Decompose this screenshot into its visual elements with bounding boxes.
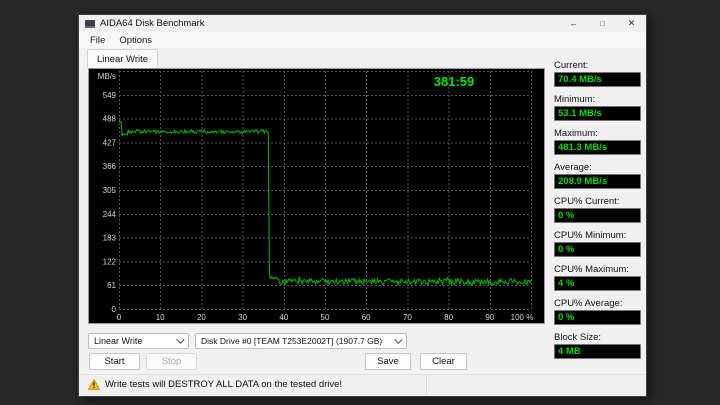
menu-bar: File Options	[79, 32, 646, 48]
stat-label: CPU% Minimum:	[554, 230, 627, 241]
y-tick-label: 549	[103, 91, 117, 100]
stat-group-cpu-average: CPU% Average: 0 %	[554, 298, 641, 325]
x-tick-label: 100 %	[511, 313, 534, 322]
stat-label: Maximum:	[554, 128, 598, 139]
y-tick-label: 183	[103, 234, 117, 243]
x-tick-label: 50	[321, 313, 330, 322]
chevron-down-icon	[394, 335, 403, 344]
stat-label: Current:	[554, 60, 589, 71]
y-tick-label: 305	[103, 186, 117, 195]
aida64-disk-benchmark-window: AIDA64 Disk Benchmark – □ ✕ File Options…	[78, 14, 647, 397]
stats-panel: Current: 70.4 MB/s Minimum: 53.1 MB/s Ma…	[554, 60, 641, 366]
stat-value-box: 0 %	[554, 242, 641, 257]
save-button[interactable]: Save	[365, 353, 411, 370]
menu-options[interactable]: Options	[112, 35, 159, 46]
x-tick-label: 70	[403, 313, 412, 322]
app-icon	[85, 19, 95, 28]
x-tick-label: 0	[117, 313, 122, 322]
chevron-down-icon	[176, 335, 185, 344]
x-tick-label: 60	[362, 313, 371, 322]
x-tick-label: 30	[238, 313, 247, 322]
stat-label: Minimum:	[554, 94, 596, 105]
y-axis-unit: MB/s	[98, 72, 116, 81]
x-tick-label: 10	[156, 313, 165, 322]
x-tick-label: 20	[197, 313, 206, 322]
menu-file[interactable]: File	[83, 35, 112, 46]
y-tick-label: 122	[103, 257, 117, 266]
stat-label: CPU% Average:	[554, 298, 623, 309]
stat-group-cpu-maximum: CPU% Maximum: 4 %	[554, 264, 641, 291]
stat-value-box: 53.1 MB/s	[554, 106, 641, 121]
stat-value-box: 70.4 MB/s	[554, 72, 641, 87]
chart-area: MB/s 0 61 122 183 244 305 366 427 488 549 0 10 20 30 40…	[88, 68, 545, 324]
tab-linear-write[interactable]: Linear Write	[87, 49, 159, 68]
title-bar[interactable]: AIDA64 Disk Benchmark – □ ✕	[79, 15, 646, 32]
stat-value-box: 4 MB	[554, 344, 641, 359]
y-tick-label: 427	[103, 138, 117, 147]
x-tick-label: 40	[279, 313, 288, 322]
stat-value-box: 481.3 MB/s	[554, 140, 641, 155]
window-title: AIDA64 Disk Benchmark	[100, 18, 205, 29]
benchmark-chart-svg: MB/s0611221832443053664274885490 10 20 30 40…	[98, 71, 534, 322]
status-bar: Write tests will DESTROY ALL DATA on the…	[79, 374, 646, 394]
stat-value-box: 4 %	[554, 276, 641, 291]
test-type-value: Linear Write	[94, 336, 143, 346]
stat-group-block-size: Block Size: 4 MB	[554, 332, 641, 359]
desktop-background: AIDA64 Disk Benchmark – □ ✕ File Options…	[0, 0, 720, 405]
stop-button[interactable]: Stop	[146, 353, 197, 370]
elapsed-time: 381:59	[434, 74, 474, 89]
drive-select[interactable]: Disk Drive #0 [TEAM T253E2002T] (1907.7 …	[195, 333, 407, 349]
y-tick-label: 244	[103, 210, 117, 219]
minimize-icon[interactable]: –	[559, 15, 588, 32]
warning-icon	[88, 379, 100, 390]
x-tick-label: 90	[485, 313, 494, 322]
stat-label: Average:	[554, 162, 592, 173]
close-icon[interactable]: ✕	[617, 15, 646, 32]
stat-group-cpu-current: CPU% Current: 0 %	[554, 196, 641, 223]
x-tick-label: 80	[444, 313, 453, 322]
test-type-select[interactable]: Linear Write	[88, 333, 189, 349]
status-empty-cell	[426, 375, 646, 394]
stat-group-cpu-minimum: CPU% Minimum: 0 %	[554, 230, 641, 257]
stat-value-box: 0 %	[554, 310, 641, 325]
warning-text: Write tests will DESTROY ALL DATA on the…	[105, 379, 343, 390]
stat-label: Block Size:	[554, 332, 601, 343]
stat-group-average: Average: 208.9 MB/s	[554, 162, 641, 189]
y-tick-label: 488	[103, 115, 117, 124]
stat-label: CPU% Maximum:	[554, 264, 629, 275]
window-controls: – □ ✕	[559, 15, 646, 32]
y-tick-label: 61	[107, 281, 116, 290]
stat-group-current: Current: 70.4 MB/s	[554, 60, 641, 87]
clear-button[interactable]: Clear	[420, 353, 467, 370]
drive-select-value: Disk Drive #0 [TEAM T253E2002T] (1907.7 …	[201, 336, 383, 346]
stat-value-box: 208.9 MB/s	[554, 174, 641, 189]
maximize-icon[interactable]: □	[588, 15, 617, 32]
stat-group-maximum: Maximum: 481.3 MB/s	[554, 128, 641, 155]
stat-group-minimum: Minimum: 53.1 MB/s	[554, 94, 641, 121]
status-warning-cell: Write tests will DESTROY ALL DATA on the…	[79, 375, 426, 394]
stat-label: CPU% Current:	[554, 196, 620, 207]
y-tick-label: 366	[103, 162, 117, 171]
stat-value-box: 0 %	[554, 208, 641, 223]
start-button[interactable]: Start	[89, 353, 140, 370]
